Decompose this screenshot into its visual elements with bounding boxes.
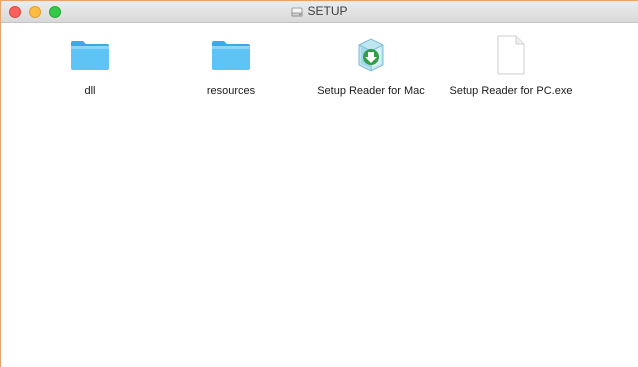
file-name-label[interactable]: Setup Reader for Mac (317, 85, 425, 97)
disk-icon (292, 7, 303, 16)
file-name-label[interactable]: Setup Reader for PC.exe (450, 85, 573, 97)
file-name-label[interactable]: dll (84, 85, 95, 97)
window-title: SETUP (307, 4, 348, 18)
window-title-group: SETUP (1, 1, 638, 22)
folder-icon[interactable] (207, 31, 255, 79)
document-icon[interactable] (487, 31, 535, 79)
file-item-setup-reader-pc[interactable]: Setup Reader for PC.exe (446, 31, 576, 97)
finder-window: SETUP dll resources Setup Reader for Mac… (0, 0, 638, 367)
file-name-label[interactable]: resources (207, 85, 255, 97)
folder-icon[interactable] (66, 31, 114, 79)
file-item-setup-reader-mac[interactable]: Setup Reader for Mac (306, 31, 436, 97)
file-item-dll[interactable]: dll (25, 31, 155, 97)
file-item-resources[interactable]: resources (166, 31, 296, 97)
installer-app-icon[interactable] (347, 31, 395, 79)
title-bar[interactable]: SETUP (1, 1, 638, 23)
file-browser-content[interactable]: dll resources Setup Reader for Mac Setup… (1, 23, 638, 367)
